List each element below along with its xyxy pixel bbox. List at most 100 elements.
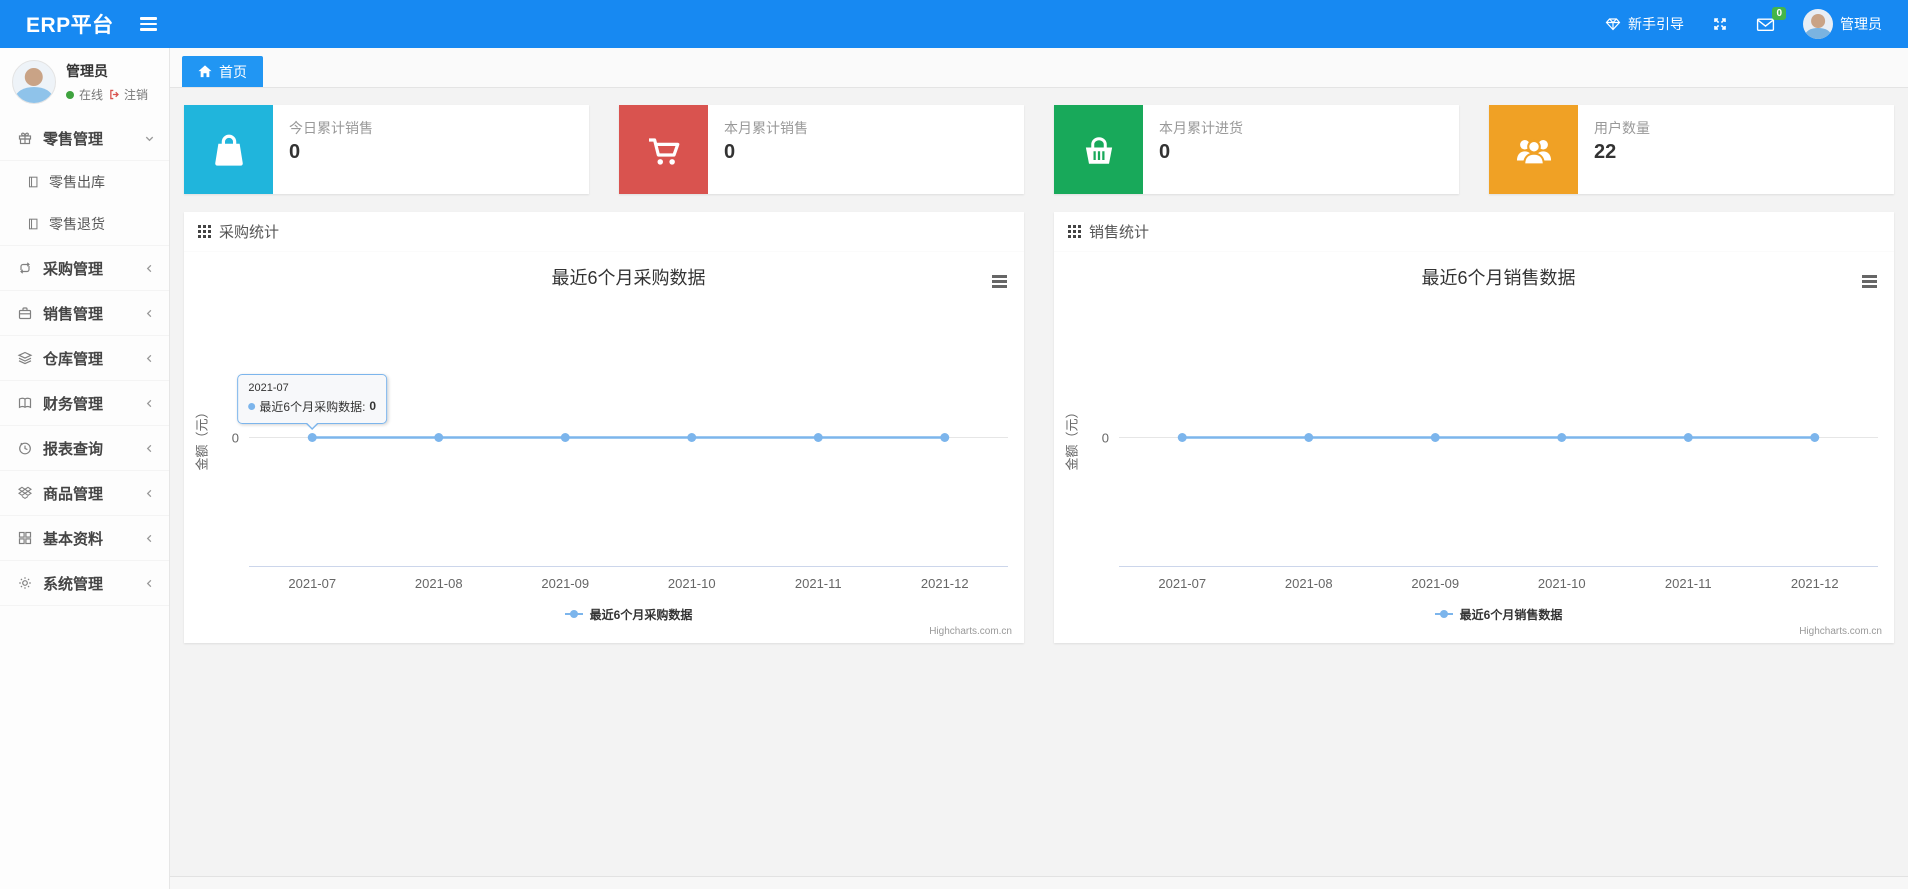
- x-axis-labels: 2021-07 2021-08 2021-09 2021-10 2021-11 2021-…: [1119, 567, 1878, 601]
- sidebar-item-label: 零售管理: [43, 130, 104, 148]
- journal-icon: [28, 218, 38, 230]
- footer-divider: [170, 876, 1908, 889]
- sidebar-user-block: 管理员 在线 注销: [0, 48, 169, 116]
- x-axis-tick-label: 2021-07: [288, 576, 337, 591]
- logout-label: 注销: [124, 88, 149, 102]
- data-point: [940, 433, 950, 442]
- plot-area: 0 金额（元）: [1065, 309, 1878, 567]
- sidebar-item-purchase[interactable]: 采购管理: [0, 246, 169, 291]
- chevron-down-icon: [144, 133, 155, 144]
- shopping-bag-icon: [184, 105, 273, 194]
- chevron-left-icon: [144, 578, 155, 589]
- charts-row: 采购统计 最近6个月采购数据 0 金额（元） 2021-07 最近6个月采购数据…: [184, 212, 1894, 643]
- stat-card-user-count: 用户数量 22: [1489, 105, 1894, 194]
- purchase-chart: 最近6个月采购数据 0 金额（元） 2021-07 最近6个月采购数据: 0 2…: [184, 252, 1024, 643]
- clock-icon: [19, 442, 31, 455]
- gem-icon: [1605, 16, 1621, 32]
- sidebar-item-label: 仓库管理: [43, 350, 104, 368]
- line-series: [1119, 433, 1878, 442]
- highcharts-credit-link[interactable]: Highcharts.com.cn: [929, 626, 1012, 637]
- sidebar-subitem-label: 零售退货: [49, 216, 105, 232]
- y-axis-tick-label: 0: [231, 430, 239, 445]
- data-point: [1430, 433, 1440, 442]
- sidebar-item-warehouse[interactable]: 仓库管理: [0, 336, 169, 381]
- x-axis-labels: 2021-07 2021-08 2021-09 2021-10 2021-11 2021-…: [249, 567, 1008, 601]
- data-point: [1557, 433, 1567, 442]
- logout-icon: [110, 89, 119, 100]
- tab-home-label: 首页: [219, 63, 247, 80]
- stat-value: 0: [724, 141, 736, 163]
- stat-value: 22: [1594, 141, 1617, 163]
- stat-label: 本月累计销售: [724, 120, 808, 136]
- legend-label: 最近6个月销售数据: [1459, 607, 1563, 622]
- stat-value: 0: [289, 141, 301, 163]
- data-point: [813, 433, 823, 442]
- sidebar-item-products[interactable]: 商品管理: [0, 471, 169, 516]
- sidebar-submenu-retail: 零售出库 零售退货: [0, 161, 169, 246]
- chevron-left-icon: [144, 533, 155, 544]
- gift-icon: [18, 132, 32, 145]
- legend-item[interactable]: 最近6个月采购数据: [249, 601, 1008, 627]
- sidebar-item-finance[interactable]: 财务管理: [0, 381, 169, 426]
- online-status-dot: [66, 90, 74, 99]
- box-icon: [18, 486, 32, 500]
- stat-value: 0: [1159, 141, 1171, 163]
- sidebar-item-label: 商品管理: [43, 485, 104, 503]
- highcharts-credit-link[interactable]: Highcharts.com.cn: [1799, 626, 1882, 637]
- menu-bars-icon[interactable]: [139, 17, 157, 31]
- fullscreen-icon: [1714, 18, 1726, 30]
- sidebar-item-basedata[interactable]: 基本资料: [0, 516, 169, 561]
- legend-label: 最近6个月采购数据: [589, 607, 693, 622]
- x-axis-tick-label: 2021-08: [414, 576, 463, 591]
- data-point: [687, 433, 697, 442]
- stat-card-month-purchase: 本月累计进货 0: [1054, 105, 1459, 194]
- stat-label: 今日累计销售: [289, 120, 373, 136]
- user-menu[interactable]: 管理员: [1803, 9, 1882, 39]
- mail-badge: 0: [1772, 6, 1786, 20]
- sidebar-item-sales[interactable]: 销售管理: [0, 291, 169, 336]
- legend-item[interactable]: 最近6个月销售数据: [1119, 601, 1878, 627]
- guide-label: 新手引导: [1628, 16, 1684, 32]
- tooltip-value: 0: [369, 399, 377, 413]
- tab-home[interactable]: 首页: [182, 56, 263, 87]
- messages-button[interactable]: 0: [1756, 6, 1786, 33]
- x-axis-tick-label: 2021-12: [920, 576, 969, 591]
- sidebar-item-retail-return[interactable]: 零售退货: [0, 203, 169, 245]
- fullscreen-button[interactable]: [1712, 16, 1728, 32]
- x-axis-tick-label: 2021-11: [1664, 576, 1712, 591]
- tab-strip: 首页: [170, 48, 1908, 88]
- sidebar-subitem-label: 零售出库: [49, 174, 105, 190]
- avatar: [1803, 9, 1833, 39]
- home-icon: [198, 65, 212, 78]
- gear-icon: [19, 577, 31, 589]
- sidebar-user-name: 管理员: [66, 63, 108, 79]
- chart-title: 最近6个月采购数据: [551, 268, 706, 288]
- sidebar-item-label: 系统管理: [43, 575, 104, 593]
- sidebar-item-label: 采购管理: [43, 260, 104, 278]
- chevron-left-icon: [144, 353, 155, 364]
- y-axis-title: 金额（元）: [1064, 404, 1080, 471]
- chart-export-menu-icon[interactable]: [1859, 272, 1880, 291]
- shopping-cart-icon: [619, 105, 708, 194]
- x-axis-tick-label: 2021-07: [1158, 576, 1207, 591]
- layers-icon: [17, 351, 33, 365]
- stat-label: 用户数量: [1594, 120, 1650, 136]
- guide-link[interactable]: 新手引导: [1605, 14, 1684, 34]
- stat-cards-row: 今日累计销售 0 本月累计销售 0 本月累计进货 0 用户数量 22: [184, 105, 1894, 194]
- x-axis-tick-label: 2021-10: [667, 576, 716, 591]
- x-axis-tick-label: 2021-09: [1411, 576, 1460, 591]
- sidebar-item-reports[interactable]: 报表查询: [0, 426, 169, 471]
- brand-logo[interactable]: ERP平台: [26, 9, 114, 39]
- legend-marker: [1434, 610, 1453, 618]
- stat-card-today-sales: 今日累计销售 0: [184, 105, 589, 194]
- sidebar-item-system[interactable]: 系统管理: [0, 561, 169, 606]
- chevron-left-icon: [144, 488, 155, 499]
- sidebar-item-retail[interactable]: 零售管理: [0, 116, 169, 161]
- users-icon: [1489, 105, 1578, 194]
- sidebar-item-retail-outbound[interactable]: 零售出库: [0, 161, 169, 203]
- logout-button[interactable]: 注销: [108, 86, 148, 103]
- y-axis-title: 金额（元）: [194, 404, 210, 471]
- chart-export-menu-icon[interactable]: [989, 272, 1010, 291]
- sidebar-menu: 零售管理 零售出库 零售退货 采购管理 销售管理 仓库管理 财务管理 报表查询 …: [0, 116, 169, 889]
- avatar: [12, 60, 56, 104]
